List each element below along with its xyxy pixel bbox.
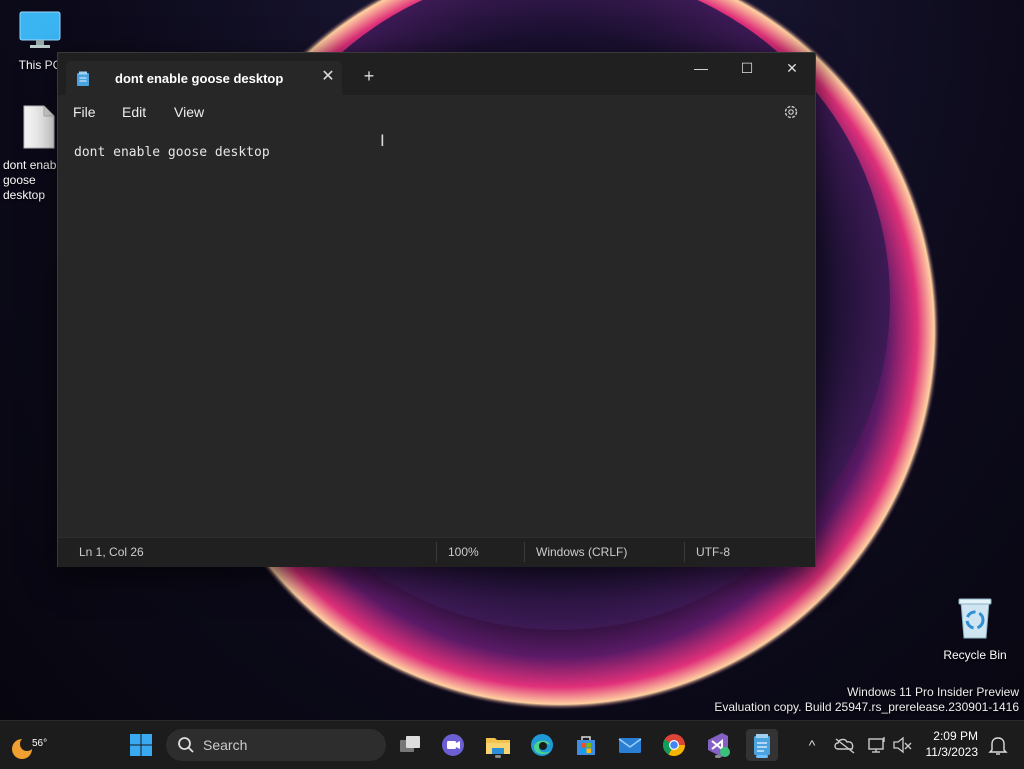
chat-icon xyxy=(442,734,464,756)
status-position: Ln 1, Col 26 xyxy=(79,545,144,559)
weather-temperature: 56° xyxy=(32,738,48,749)
document-tab[interactable]: dont enable goose desktop ✕ xyxy=(66,61,342,95)
active-indicator xyxy=(756,755,768,758)
watermark-edition: Windows 11 Pro Insider Preview xyxy=(847,685,1019,699)
desktop-icon-recycle-bin[interactable]: Recycle Bin xyxy=(935,596,1015,663)
watermark-build: Evaluation copy. Build 25947.rs_prerelea… xyxy=(714,700,1019,714)
maximize-button[interactable]: ☐ xyxy=(724,53,770,83)
chevron-up-icon: ^ xyxy=(808,737,816,753)
search-label: Search xyxy=(203,737,248,753)
editor-content: dont enable goose desktop xyxy=(74,145,270,160)
status-encoding[interactable]: UTF-8 xyxy=(696,545,730,559)
mail-icon xyxy=(618,738,642,753)
running-indicator xyxy=(495,755,501,758)
chrome-icon xyxy=(663,734,685,756)
status-divider xyxy=(436,542,437,562)
clock-date: 11/3/2023 xyxy=(925,745,979,759)
settings-gear-icon[interactable] xyxy=(782,103,800,126)
menu-view[interactable]: View xyxy=(174,104,204,120)
notifications-button[interactable] xyxy=(985,729,1011,761)
menu-edit[interactable]: Edit xyxy=(122,104,146,120)
visual-studio-button[interactable] xyxy=(702,729,734,761)
search-icon xyxy=(178,737,194,753)
status-divider xyxy=(684,542,685,562)
windows-logo-icon xyxy=(130,734,152,756)
status-line-ending[interactable]: Windows (CRLF) xyxy=(536,545,627,559)
title-bar[interactable]: dont enable goose desktop ✕ + — ☐ ✕ xyxy=(58,53,815,95)
status-zoom[interactable]: 100% xyxy=(448,545,479,559)
start-button[interactable] xyxy=(125,729,157,761)
onedrive-button[interactable] xyxy=(832,729,858,761)
text-cursor-icon: Ⅰ xyxy=(380,133,385,150)
tab-title: dont enable goose desktop xyxy=(115,71,284,86)
clock-time: 2:09 PM xyxy=(933,729,978,743)
task-view-button[interactable] xyxy=(394,729,426,761)
bell-icon xyxy=(988,737,1008,755)
store-button[interactable] xyxy=(570,729,602,761)
desktop-icon-label: Recycle Bin xyxy=(943,648,1007,662)
notepad-taskbar-button[interactable] xyxy=(746,729,778,761)
show-hidden-icons-button[interactable]: ^ xyxy=(800,729,824,761)
tab-close-icon[interactable]: ✕ xyxy=(318,67,338,87)
chrome-button[interactable] xyxy=(658,729,690,761)
edge-button[interactable] xyxy=(526,729,558,761)
edge-browser-icon xyxy=(531,734,553,756)
menu-file[interactable]: File xyxy=(73,104,96,120)
file-explorer-button[interactable] xyxy=(482,729,514,761)
new-tab-button[interactable]: + xyxy=(358,65,380,87)
status-bar: Ln 1, Col 26 100% Windows (CRLF) UTF-8 xyxy=(58,537,815,567)
os-watermark: Windows 11 Pro Insider Preview Evaluatio… xyxy=(714,685,1019,715)
notepad-icon xyxy=(76,71,90,92)
store-icon xyxy=(577,736,595,755)
task-view-icon xyxy=(400,736,420,752)
cloud-offline-icon xyxy=(834,738,855,754)
mail-button[interactable] xyxy=(614,729,646,761)
weather-widget[interactable]: 56° xyxy=(8,729,48,761)
notepad-window: dont enable goose desktop ✕ + — ☐ ✕ File… xyxy=(57,52,816,567)
monitor-icon xyxy=(0,10,80,54)
volume-muted-icon xyxy=(893,736,912,754)
taskbar: 56° Search ^ 2:09 PM 11/3/2023 xyxy=(0,720,1024,769)
taskbar-search[interactable]: Search xyxy=(166,729,386,761)
status-divider xyxy=(524,542,525,562)
close-button[interactable]: ✕ xyxy=(769,53,815,83)
network-button[interactable] xyxy=(864,729,890,761)
network-icon xyxy=(868,737,885,753)
recycle-bin-icon xyxy=(935,596,1015,644)
clock[interactable]: 2:09 PM 11/3/2023 xyxy=(926,728,979,760)
teams-chat-button[interactable] xyxy=(437,729,469,761)
minimize-button[interactable]: — xyxy=(678,53,724,83)
volume-button[interactable] xyxy=(891,729,915,761)
text-editor[interactable]: dont enable goose desktop Ⅰ xyxy=(58,131,815,537)
menu-bar: File Edit View xyxy=(58,95,815,131)
running-indicator xyxy=(715,755,721,758)
